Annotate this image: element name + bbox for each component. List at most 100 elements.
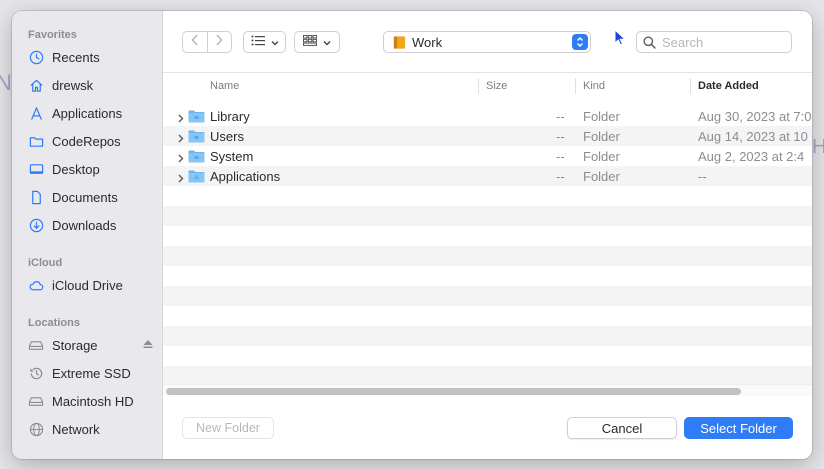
file-name: Library — [210, 109, 250, 124]
disclosure-triangle-icon[interactable] — [178, 171, 184, 186]
folder-icon — [28, 133, 44, 149]
empty-row — [163, 206, 812, 226]
file-kind: Folder — [583, 169, 620, 184]
popup-stepper-icon — [572, 34, 588, 50]
search-field[interactable] — [636, 31, 792, 53]
file-row[interactable]: Users -- Folder Aug 14, 2023 at 10 — [163, 126, 812, 146]
path-popup[interactable]: Work — [383, 31, 591, 53]
file-kind: Folder — [583, 109, 620, 124]
select-folder-dialog: Favorites Recents drewsk Applications Co… — [12, 11, 812, 459]
back-button[interactable] — [183, 32, 207, 52]
sidebar-item-desktop[interactable]: Desktop — [28, 158, 156, 180]
sidebar-item-label: Extreme SSD — [52, 365, 131, 381]
time-machine-icon — [28, 365, 44, 381]
file-row[interactable]: Library -- Folder Aug 30, 2023 at 7:0 — [163, 106, 812, 126]
sidebar-item-label: Recents — [52, 49, 100, 65]
eject-icon[interactable] — [142, 338, 154, 352]
sidebar-item-label: Documents — [52, 189, 118, 205]
file-row[interactable]: Applications -- Folder -- — [163, 166, 812, 186]
sidebar-item-label: drewsk — [52, 77, 94, 93]
folder-icon — [188, 129, 205, 146]
bottom-bar: New Folder Cancel Select Folder — [163, 397, 812, 459]
column-divider[interactable] — [478, 78, 479, 94]
empty-row — [163, 306, 812, 326]
disclosure-triangle-icon[interactable] — [178, 131, 184, 146]
sidebar: Favorites Recents drewsk Applications Co… — [12, 11, 163, 459]
file-name: System — [210, 149, 254, 164]
disclosure-triangle-icon[interactable] — [178, 111, 184, 126]
sidebar-item-coderepos[interactable]: CodeRepos — [28, 130, 156, 152]
file-name: Applications — [210, 169, 281, 184]
file-kind: Folder — [583, 149, 620, 164]
cloud-icon — [28, 277, 44, 293]
background-glyph-left: N — [0, 70, 12, 95]
navigation-buttons — [182, 31, 232, 53]
horizontal-scrollbar[interactable] — [163, 384, 812, 396]
sidebar-item-extreme-ssd[interactable]: Extreme SSD — [28, 362, 156, 384]
column-name[interactable]: Name — [210, 80, 239, 92]
sidebar-item-label: Desktop — [52, 161, 100, 177]
file-kind: Folder — [583, 129, 620, 144]
mouse-pointer-icon — [614, 28, 627, 52]
sidebar-item-recents[interactable]: Recents — [28, 46, 156, 68]
column-divider[interactable] — [690, 78, 691, 94]
sidebar-item-icloud-drive[interactable]: iCloud Drive — [28, 274, 156, 296]
folder-icon — [188, 169, 205, 186]
file-date-added: Aug 30, 2023 at 7:0 — [698, 109, 812, 124]
drive-icon — [28, 337, 44, 353]
home-icon — [28, 77, 44, 93]
folder-icon — [188, 149, 205, 166]
forward-button[interactable] — [206, 32, 231, 52]
sidebar-section-locations: Locations — [28, 317, 80, 329]
file-list: Library -- Folder Aug 30, 2023 at 7:0 Us… — [163, 106, 812, 386]
grid-icon — [303, 33, 317, 51]
file-date-added: Aug 2, 2023 at 2:4 — [698, 149, 805, 164]
file-size: -- — [556, 109, 565, 124]
group-view-button[interactable] — [294, 31, 340, 53]
document-icon — [28, 189, 44, 205]
column-header-row: Name Size Kind Date Added — [163, 74, 812, 96]
list-view-button[interactable] — [243, 31, 286, 53]
chevron-right-icon — [215, 33, 223, 51]
chevron-down-icon — [271, 33, 279, 51]
empty-row — [163, 246, 812, 266]
column-size[interactable]: Size — [486, 80, 507, 92]
scrollbar-thumb[interactable] — [166, 388, 741, 395]
sidebar-item-storage[interactable]: Storage — [28, 334, 156, 356]
empty-row — [163, 286, 812, 306]
download-icon — [28, 217, 44, 233]
chevron-left-icon — [191, 33, 199, 51]
drive-icon — [28, 393, 44, 409]
disclosure-triangle-icon[interactable] — [178, 151, 184, 166]
file-row[interactable]: System -- Folder Aug 2, 2023 at 2:4 — [163, 146, 812, 166]
select-folder-button[interactable]: Select Folder — [684, 417, 793, 439]
column-date-added[interactable]: Date Added — [698, 80, 759, 92]
file-name: Users — [210, 129, 244, 144]
sidebar-item-label: Applications — [52, 105, 123, 121]
sidebar-item-network[interactable]: Network — [28, 418, 156, 440]
sidebar-item-drewsk[interactable]: drewsk — [28, 74, 156, 96]
empty-row — [163, 186, 812, 206]
background-glyph-right: H — [812, 136, 824, 158]
sidebar-item-label: Network — [52, 421, 100, 437]
sidebar-section-icloud: iCloud — [28, 257, 63, 269]
sidebar-item-applications[interactable]: Applications — [28, 102, 156, 124]
sidebar-item-downloads[interactable]: Downloads — [28, 214, 156, 236]
sidebar-item-label: Storage — [52, 337, 98, 353]
column-kind[interactable]: Kind — [583, 80, 605, 92]
search-input[interactable] — [662, 34, 782, 50]
toolbar: Work — [163, 11, 812, 73]
sidebar-item-documents[interactable]: Documents — [28, 186, 156, 208]
new-folder-button[interactable]: New Folder — [182, 417, 274, 439]
sidebar-item-label: Downloads — [52, 217, 117, 233]
file-size: -- — [556, 129, 565, 144]
file-size: -- — [556, 169, 565, 184]
sidebar-section-favorites: Favorites — [28, 29, 77, 41]
empty-row — [163, 366, 812, 386]
sidebar-item-macintosh-hd[interactable]: Macintosh HD — [28, 390, 156, 412]
column-divider[interactable] — [575, 78, 576, 94]
empty-row — [163, 266, 812, 286]
empty-row — [163, 326, 812, 346]
empty-row — [163, 226, 812, 246]
cancel-button[interactable]: Cancel — [567, 417, 677, 439]
